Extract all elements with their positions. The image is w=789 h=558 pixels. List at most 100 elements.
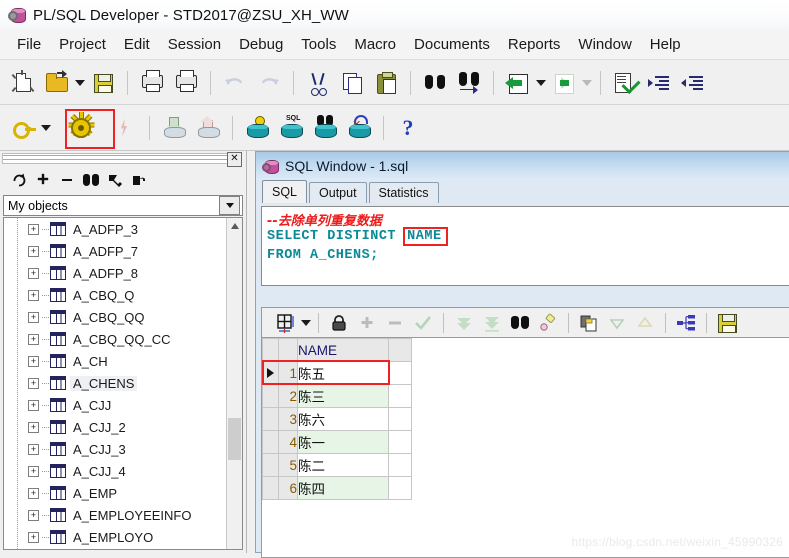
tree-item[interactable]: + A_EMPLOYEEINFO — [4, 504, 228, 526]
paste-icon[interactable] — [369, 66, 403, 100]
tree-item[interactable]: + A_CBQ_Q — [4, 284, 228, 306]
tree-item[interactable]: +A_EPINFO — [4, 548, 228, 549]
new-icon[interactable] — [6, 66, 40, 100]
cell-name[interactable]: 陈四 — [297, 476, 389, 500]
find-next-icon[interactable] — [452, 66, 486, 100]
indent-icon[interactable] — [642, 66, 676, 100]
open-dropdown-icon[interactable] — [74, 68, 86, 98]
check-syntax-icon[interactable] — [608, 66, 642, 100]
help-icon[interactable]: ? — [391, 111, 425, 145]
tree-item[interactable]: + A_CH — [4, 350, 228, 372]
delete-row-icon[interactable] — [381, 310, 409, 336]
scroll-up-icon[interactable] — [227, 218, 242, 233]
print-preview-icon[interactable] — [169, 66, 203, 100]
expander-icon[interactable]: + — [28, 311, 39, 323]
cut-icon[interactable] — [301, 66, 335, 100]
fetch-all-icon[interactable] — [478, 310, 506, 336]
scrollbar-thumb[interactable] — [228, 418, 241, 460]
redo-icon[interactable] — [252, 66, 286, 100]
menu-item-documents[interactable]: Documents — [405, 34, 499, 55]
add-icon[interactable] — [31, 169, 55, 191]
expander-icon[interactable]: + — [28, 399, 39, 411]
tab-statistics[interactable]: Statistics — [368, 182, 439, 203]
menu-item-window[interactable]: Window — [569, 34, 640, 55]
expander-icon[interactable]: + — [28, 333, 39, 345]
outdent-icon[interactable] — [676, 66, 710, 100]
expander-icon[interactable]: + — [28, 377, 39, 389]
menu-item-reports[interactable]: Reports — [499, 34, 570, 55]
fetch-next-page-icon[interactable] — [450, 310, 478, 336]
expander-icon[interactable]: + — [28, 355, 39, 367]
sql-window-icon[interactable]: SQL — [274, 111, 308, 145]
session-key-icon[interactable] — [6, 111, 40, 145]
sort-ascending-icon[interactable] — [631, 310, 659, 336]
menu-item-session[interactable]: Session — [159, 34, 230, 55]
insert-row-icon[interactable] — [353, 310, 381, 336]
expander-icon[interactable]: + — [28, 223, 39, 235]
export-grid-icon[interactable] — [713, 310, 741, 336]
previous-document-dropdown-icon[interactable] — [535, 68, 547, 98]
lock-icon[interactable] — [325, 310, 353, 336]
tree-item[interactable]: + A_EMP — [4, 482, 228, 504]
tree-item[interactable]: + A_CJJ_2 — [4, 416, 228, 438]
tab-sql[interactable]: SQL — [262, 180, 308, 203]
table-row[interactable]: 1 陈五 — [262, 361, 412, 385]
tree-item[interactable]: + A_CJJ — [4, 394, 228, 416]
preferences-gear-icon[interactable] — [64, 111, 98, 145]
column-header-name[interactable]: NAME — [297, 338, 389, 362]
open-icon[interactable] — [40, 66, 74, 100]
tree-item[interactable]: + A_CBQ_QQ_CC — [4, 328, 228, 350]
copy-icon[interactable] — [335, 66, 369, 100]
expander-icon[interactable]: + — [28, 267, 39, 279]
tree-item[interactable]: + A_EMPLOYO — [4, 526, 228, 548]
previous-document-icon[interactable] — [501, 66, 535, 100]
copy-to-clipboard-icon[interactable] — [575, 310, 603, 336]
menu-item-file[interactable]: File — [8, 34, 50, 55]
save-icon[interactable] — [86, 66, 120, 100]
expander-icon[interactable]: + — [28, 421, 39, 433]
folder-icon[interactable] — [127, 169, 151, 191]
object-filter-select[interactable]: My objects — [3, 195, 243, 216]
break-icon[interactable] — [108, 111, 142, 145]
table-row[interactable]: 2 陈三 — [262, 384, 412, 408]
find-icon[interactable] — [506, 310, 534, 336]
post-changes-icon[interactable] — [409, 310, 437, 336]
view-hierarchy-icon[interactable] — [672, 310, 700, 336]
menu-item-edit[interactable]: Edit — [115, 34, 159, 55]
table-row[interactable]: 4 陈一 — [262, 430, 412, 454]
menu-item-tools[interactable]: Tools — [292, 34, 345, 55]
tree-item[interactable]: + A_CJJ_4 — [4, 460, 228, 482]
sql-editor[interactable]: --去除单列重复数据 SELECT DISTINCT NAME FROM A_C… — [261, 206, 789, 286]
expander-icon[interactable]: + — [28, 289, 39, 301]
expander-icon[interactable]: + — [28, 465, 39, 477]
cell-name[interactable]: 陈二 — [297, 453, 389, 477]
tab-output[interactable]: Output — [309, 182, 367, 203]
grid-corner[interactable] — [262, 338, 279, 362]
undo-icon[interactable] — [218, 66, 252, 100]
tree-vertical-scrollbar[interactable] — [226, 218, 242, 549]
object-tree[interactable]: + A_ADFP_3 + A_ADFP_7 + A_ADFP_8 + A_CBQ_Q +… — [3, 217, 243, 550]
tree-item[interactable]: + A_ADFP_3 — [4, 218, 228, 240]
find-database-object-icon[interactable] — [308, 111, 342, 145]
grid-size-dropdown-icon[interactable] — [300, 308, 312, 338]
find-icon[interactable] — [418, 66, 452, 100]
menu-item-macro[interactable]: Macro — [345, 34, 405, 55]
expander-icon[interactable]: + — [28, 245, 39, 257]
expander-icon[interactable]: + — [28, 509, 39, 521]
result-grid[interactable]: NAME 1 陈五 2 陈三 3 陈六 4 陈一 5 陈二 6 陈四 — [261, 337, 789, 558]
clear-filter-icon[interactable] — [534, 310, 562, 336]
panel-drag-grip[interactable] — [2, 153, 230, 164]
close-icon[interactable]: ✕ — [227, 152, 242, 167]
table-row[interactable]: 3 陈六 — [262, 407, 412, 431]
cell-name[interactable]: 陈一 — [297, 430, 389, 454]
next-document-icon[interactable] — [547, 66, 581, 100]
menu-item-debug[interactable]: Debug — [230, 34, 292, 55]
table-row[interactable]: 5 陈二 — [262, 453, 412, 477]
rollback-icon[interactable]: ✕ — [342, 111, 376, 145]
grid-size-icon[interactable] — [272, 310, 300, 336]
session-key-dropdown-icon[interactable] — [40, 113, 52, 143]
import-icon[interactable] — [157, 111, 191, 145]
print-icon[interactable] — [135, 66, 169, 100]
table-row[interactable]: 6 陈四 — [262, 476, 412, 500]
chevron-down-icon[interactable] — [219, 196, 240, 215]
